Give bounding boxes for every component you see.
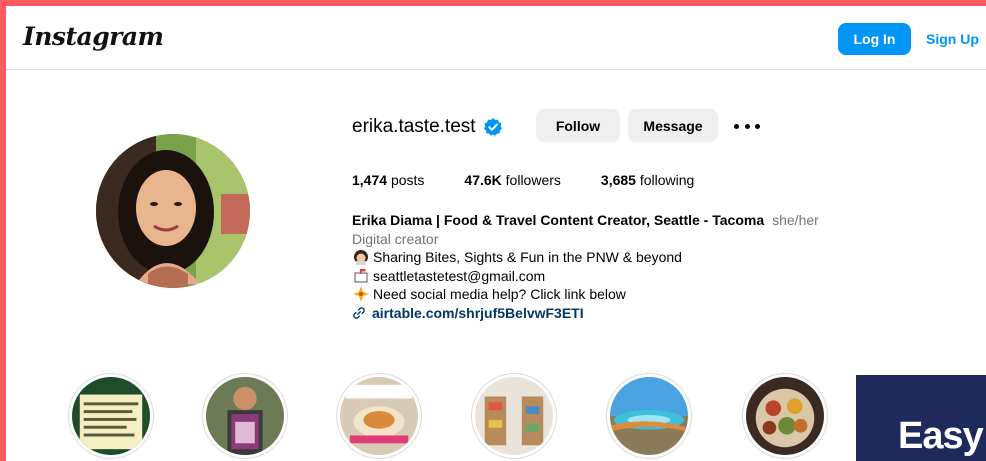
bio-line-3: Need social media help? Click link below <box>352 285 819 304</box>
followers-count: 47.6K <box>464 172 502 188</box>
highlight-thumbnail <box>475 377 553 455</box>
following-label: following <box>639 172 695 188</box>
mailbox-emoji-icon <box>352 267 369 284</box>
bio-name-line: Erika Diama | Food & Travel Content Crea… <box>352 211 819 230</box>
posts-label: posts <box>390 172 425 188</box>
followers-label: followers <box>505 172 561 188</box>
story-highlight[interactable] <box>202 373 288 459</box>
username-row: erika.taste.test <box>352 109 503 145</box>
signup-link[interactable]: Sign Up <box>926 31 979 47</box>
posts-stat[interactable]: 1,474 posts <box>352 172 424 188</box>
followers-stat[interactable]: 47.6K followers <box>464 172 561 188</box>
story-highlight[interactable] <box>742 373 828 459</box>
following-count: 3,685 <box>600 172 636 188</box>
highlight-thumbnail <box>206 377 284 455</box>
verified-badge-icon <box>483 117 503 137</box>
category-label: Digital creator <box>352 230 439 247</box>
bio-line-2: seattletastetest@gmail.com <box>352 267 819 286</box>
bio-line-1-text: Sharing Bites, Sights & Fun in the PNW &… <box>373 249 682 265</box>
following-stat[interactable]: 3,685 following <box>601 172 694 188</box>
bio-email: seattletastetest@gmail.com <box>373 267 546 284</box>
login-button[interactable]: Log In <box>838 23 911 55</box>
top-nav-bar: Instagram Log In Sign Up <box>6 6 986 70</box>
story-highlight[interactable] <box>606 373 692 459</box>
story-highlight[interactable] <box>68 373 154 459</box>
link-icon <box>353 307 365 319</box>
profile-avatar[interactable] <box>96 134 250 288</box>
highlight-thumbnail <box>746 377 824 455</box>
profile-stats: 1,474 posts 47.6K followers 3,685 follow… <box>352 172 734 188</box>
ad-banner[interactable]: Easy <box>856 375 986 461</box>
posts-count: 1,474 <box>352 172 388 188</box>
ad-text: Easy <box>898 415 984 457</box>
more-options-icon[interactable] <box>734 117 760 135</box>
bio-line-1: Sharing Bites, Sights & Fun in the PNW &… <box>352 248 819 267</box>
username: erika.taste.test <box>352 116 476 137</box>
instagram-logo[interactable]: Instagram <box>23 22 164 51</box>
highlight-thumbnail <box>72 377 150 455</box>
sparkle-emoji-icon <box>352 286 369 303</box>
highlight-thumbnail <box>340 377 418 455</box>
pronouns: she/her <box>772 212 819 228</box>
message-button[interactable]: Message <box>628 109 718 142</box>
follow-button[interactable]: Follow <box>536 109 620 142</box>
bio-line-3-text: Need social media help? Click link below <box>373 286 626 302</box>
bio-link-line[interactable]: airtable.com/shrjuf5BelvwF3ETI <box>352 304 819 323</box>
profile-bio: Erika Diama | Food & Travel Content Crea… <box>352 211 819 322</box>
bio-link[interactable]: airtable.com/shrjuf5BelvwF3ETI <box>372 304 584 323</box>
woman-emoji-icon <box>352 249 369 266</box>
story-highlight[interactable] <box>336 373 422 459</box>
page: Instagram Log In Sign Up erika.taste.tes… <box>6 6 986 461</box>
full-name: Erika Diama | Food & Travel Content Crea… <box>352 212 765 228</box>
highlight-thumbnail <box>610 377 688 455</box>
story-highlight[interactable] <box>471 373 557 459</box>
